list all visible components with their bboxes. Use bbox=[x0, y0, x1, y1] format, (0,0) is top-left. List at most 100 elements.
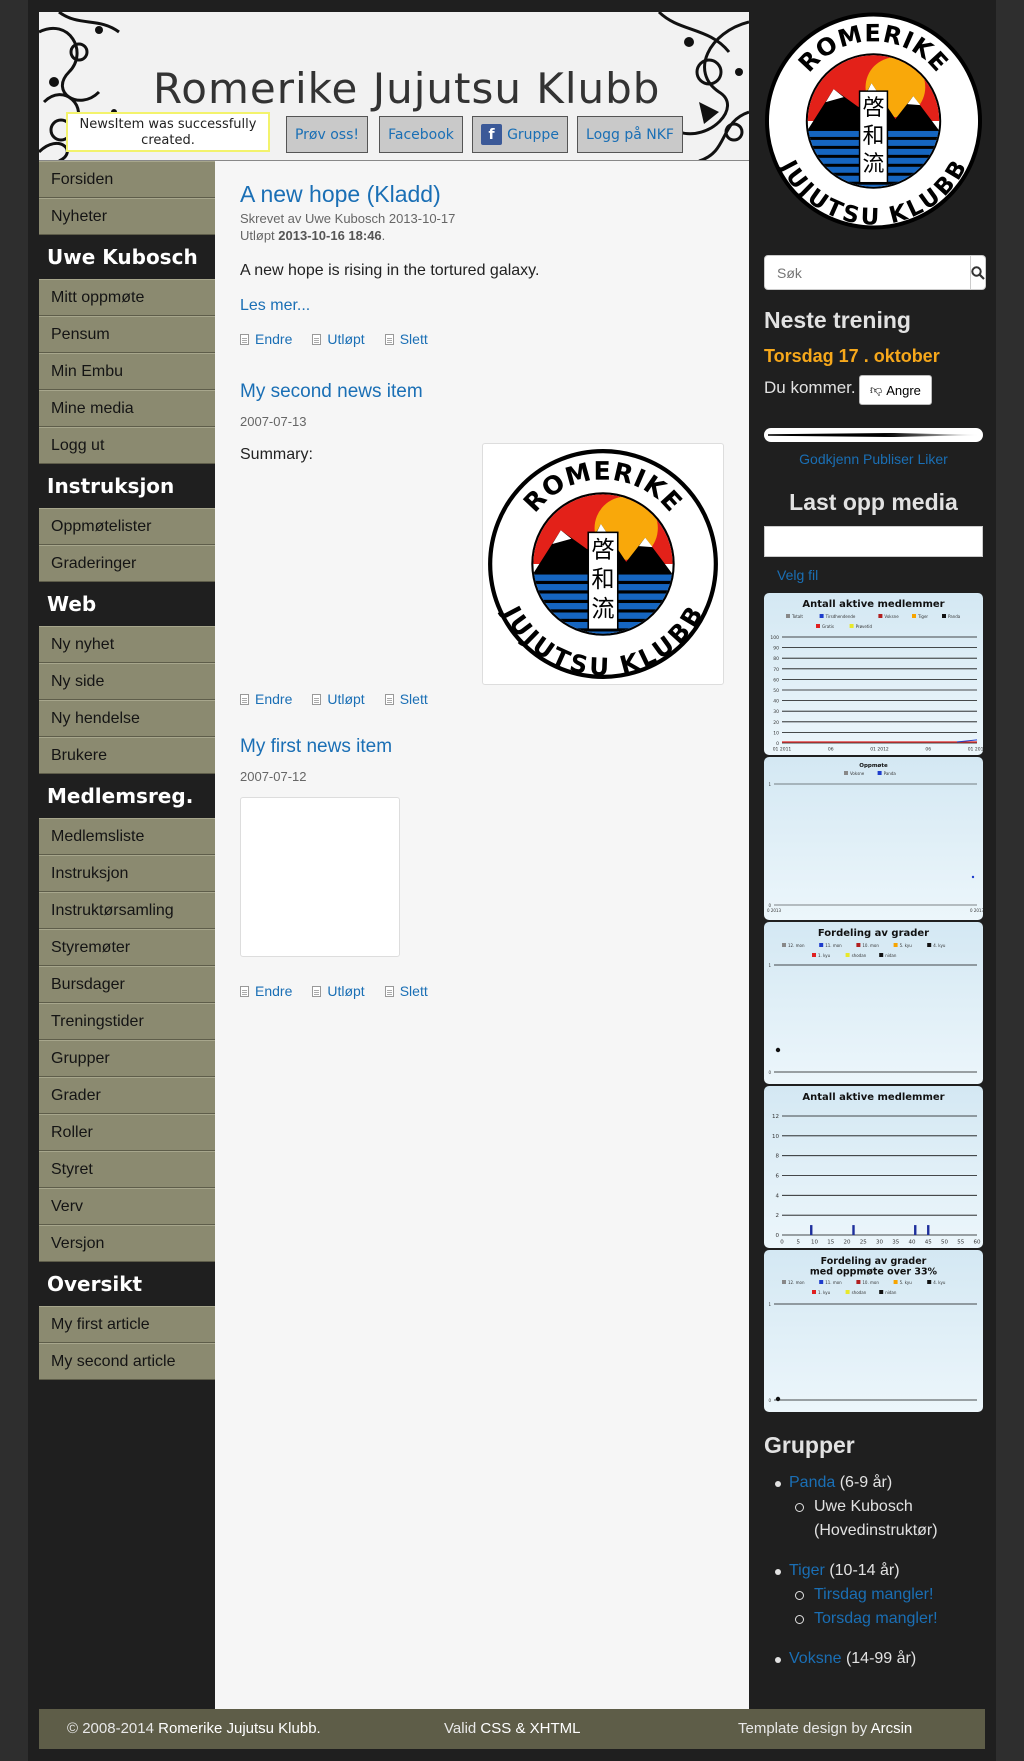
missing-thursday-link[interactable]: Torsdag mangler! bbox=[814, 1610, 938, 1627]
legend-label: 11. mon bbox=[825, 943, 842, 948]
approve-publish-like-links[interactable]: Godkjenn Publiser Liker bbox=[764, 451, 983, 467]
nav-item-grader[interactable]: Grader bbox=[39, 1077, 215, 1114]
css-link[interactable]: CSS bbox=[480, 1720, 511, 1737]
groups-list: Panda (6-9 år) Uwe Kubosch (Hovedinstruk… bbox=[764, 1471, 984, 1671]
nav-heading-medlemsreg: Medlemsreg. bbox=[39, 774, 215, 818]
edit-action[interactable]: Endre bbox=[240, 331, 292, 347]
nav-item-grupper[interactable]: Grupper bbox=[39, 1040, 215, 1077]
media-progress-fill bbox=[768, 433, 979, 437]
nav-item-styret[interactable]: Styret bbox=[39, 1151, 215, 1188]
expire-action[interactable]: Utløpt bbox=[312, 331, 365, 347]
nav-item-medlemsliste[interactable]: Medlemsliste bbox=[39, 818, 215, 855]
news-title[interactable]: My second news item bbox=[240, 381, 730, 403]
legend-label: 4. kyu bbox=[933, 943, 946, 948]
news-item: A new hope (Kladd) Skrevet av Uwe Kubosc… bbox=[240, 181, 730, 347]
upload-media-heading: Last opp media bbox=[789, 489, 958, 515]
nav-item-ny-hendelse[interactable]: Ny hendelse bbox=[39, 700, 215, 737]
chart-grade-distribution: Fordeling av grader 12. mon 11. mon 10. mon… bbox=[764, 922, 983, 1084]
nav-item-ny-nyhet[interactable]: Ny nyhet bbox=[39, 626, 215, 663]
nav-item-graderinger[interactable]: Graderinger bbox=[39, 545, 215, 582]
document-icon bbox=[240, 693, 249, 705]
edit-action[interactable]: Endre bbox=[240, 983, 292, 999]
try-us-button[interactable]: Prøv oss! bbox=[286, 116, 368, 153]
legend-swatch bbox=[819, 943, 824, 947]
search-input[interactable] bbox=[764, 255, 971, 290]
nav-item-brukere[interactable]: Brukere bbox=[39, 737, 215, 774]
nav-item-instruksjon[interactable]: Instruksjon bbox=[39, 855, 215, 892]
nav-item-forsiden[interactable]: Forsiden bbox=[39, 161, 215, 198]
nav-item-versjon[interactable]: Versjon bbox=[39, 1225, 215, 1262]
delete-link[interactable]: Slett bbox=[400, 331, 428, 347]
edit-link[interactable]: Endre bbox=[255, 331, 292, 347]
delete-link[interactable]: Slett bbox=[400, 691, 428, 707]
group-ages: (6-9 år) bbox=[839, 1474, 893, 1491]
nav-item-logg-ut[interactable]: Logg ut bbox=[39, 427, 215, 464]
document-icon bbox=[384, 693, 394, 705]
nav-item-treningstider[interactable]: Treningstider bbox=[39, 1003, 215, 1040]
edit-link[interactable]: Endre bbox=[255, 691, 292, 707]
nav-item-ny-side[interactable]: Ny side bbox=[39, 663, 215, 700]
y-tick-label: 90 bbox=[773, 646, 779, 652]
edit-link[interactable]: Endre bbox=[255, 983, 292, 999]
facebook-group-button[interactable]: f Gruppe bbox=[472, 116, 568, 153]
legend-swatch bbox=[912, 614, 916, 618]
nav-item-first-article[interactable]: My first article bbox=[39, 1306, 215, 1343]
choose-file-button[interactable]: Velg fil bbox=[777, 567, 818, 583]
logo-kanji: 流 bbox=[591, 596, 614, 623]
chart-title: Oppmøte bbox=[859, 763, 888, 769]
search-button[interactable] bbox=[971, 255, 986, 290]
edit-action[interactable]: Endre bbox=[240, 691, 292, 707]
expire-action[interactable]: Utløpt bbox=[312, 983, 365, 999]
legend-label: shodan bbox=[852, 953, 867, 958]
legend-swatch bbox=[845, 1290, 850, 1294]
nav-heading-oversikt: Oversikt bbox=[39, 1262, 215, 1306]
login-nkf-button[interactable]: Logg på NKF bbox=[577, 116, 683, 153]
logo-kanji: 啓 bbox=[863, 96, 885, 121]
expire-link[interactable]: Utløpt bbox=[327, 983, 364, 999]
legend-swatch bbox=[877, 771, 882, 775]
nav-item-roller[interactable]: Roller bbox=[39, 1114, 215, 1151]
missing-tuesday-link[interactable]: Tirsdag mangler! bbox=[814, 1586, 933, 1603]
x-tick-label: 10 bbox=[811, 1240, 818, 1246]
nav-item-nyheter[interactable]: Nyheter bbox=[39, 198, 215, 235]
read-more-link[interactable]: Les mer... bbox=[240, 297, 730, 315]
document-icon bbox=[384, 333, 394, 345]
delete-action[interactable]: Slett bbox=[384, 691, 428, 707]
legend-label: 10. mon bbox=[862, 943, 879, 948]
expire-link[interactable]: Utløpt bbox=[327, 691, 364, 707]
delete-link[interactable]: Slett bbox=[400, 983, 428, 999]
undo-attendance-button[interactable]: 👎︎ Angre bbox=[859, 375, 932, 405]
site-footer: © 2008-2014 Romerike Jujutsu Klubb. Vali… bbox=[39, 1709, 985, 1749]
group-link-voksne[interactable]: Voksne bbox=[789, 1650, 841, 1667]
nav-item-pensum[interactable]: Pensum bbox=[39, 316, 215, 353]
news-title[interactable]: My first news item bbox=[240, 736, 730, 758]
nav-item-second-article[interactable]: My second article bbox=[39, 1343, 215, 1380]
legend-swatch bbox=[879, 953, 884, 957]
copyright-prefix: © 2008-2014 bbox=[67, 1720, 154, 1737]
nav-item-oppmotelister[interactable]: Oppmøtelister bbox=[39, 508, 215, 545]
footer-club-link[interactable]: Romerike Jujutsu Klubb. bbox=[158, 1720, 321, 1737]
designer-link[interactable]: Arcsin bbox=[871, 1720, 913, 1737]
facebook-button[interactable]: Facebook bbox=[379, 116, 463, 153]
group-link-panda[interactable]: Panda bbox=[789, 1474, 835, 1491]
nav-item-styremoter[interactable]: Styremøter bbox=[39, 929, 215, 966]
nav-heading-instruksjon: Instruksjon bbox=[39, 464, 215, 508]
delete-action[interactable]: Slett bbox=[384, 983, 428, 999]
nav-item-verv[interactable]: Verv bbox=[39, 1188, 215, 1225]
nav-item-bursdager[interactable]: Bursdager bbox=[39, 966, 215, 1003]
xhtml-link[interactable]: XHTML bbox=[530, 1720, 581, 1737]
news-expiry: Utløpt 2013-10-16 18:46. bbox=[240, 227, 730, 244]
nav-item-mine-media[interactable]: Mine media bbox=[39, 390, 215, 427]
nav-item-mitt-oppmote[interactable]: Mitt oppmøte bbox=[39, 279, 215, 316]
delete-action[interactable]: Slett bbox=[384, 331, 428, 347]
expire-link[interactable]: Utløpt bbox=[327, 331, 364, 347]
group-link-tiger[interactable]: Tiger bbox=[789, 1562, 825, 1579]
nav-item-min-embu[interactable]: Min Embu bbox=[39, 353, 215, 390]
news-title[interactable]: A new hope (Kladd) bbox=[240, 181, 730, 208]
nav-item-instruktorsamling[interactable]: Instruktørsamling bbox=[39, 892, 215, 929]
document-icon bbox=[240, 333, 249, 345]
logo-container[interactable]: 啓和流 ROMERIKE JUJUTSU KLUBB bbox=[764, 10, 983, 232]
legend-label: shodan bbox=[852, 1290, 867, 1295]
expire-action[interactable]: Utløpt bbox=[312, 691, 365, 707]
upload-dropzone[interactable] bbox=[764, 526, 983, 557]
